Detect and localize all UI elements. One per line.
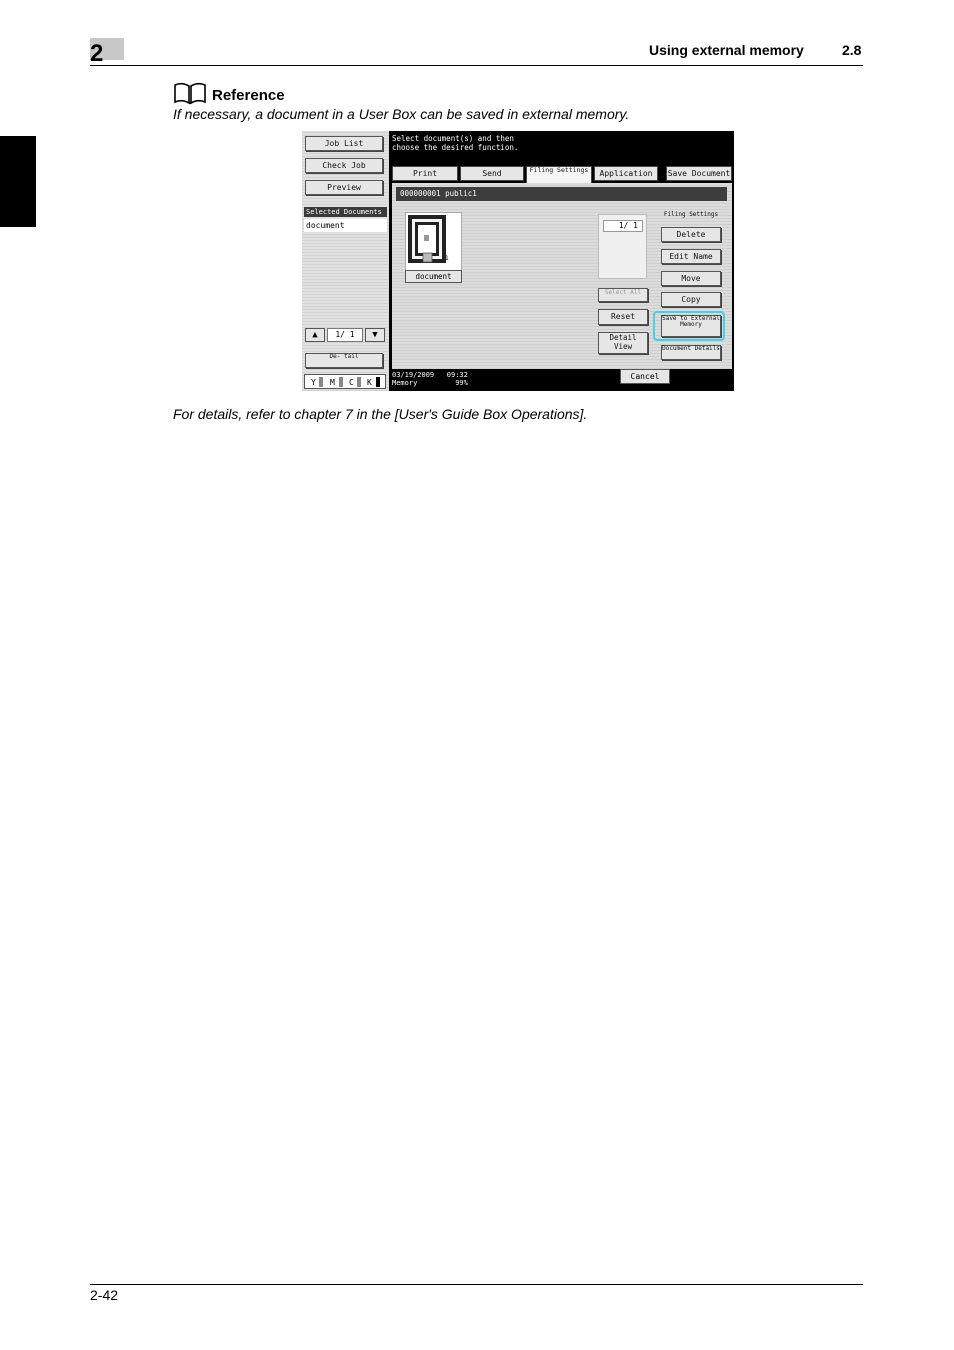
- toner-c-label: C: [349, 378, 354, 387]
- status-bar: 03/19/2009 09:32 Memory 99%: [392, 371, 468, 387]
- toner-y-label: Y: [311, 378, 316, 387]
- page-indicator: 1/ 1: [603, 220, 643, 232]
- detail-text: For details, refer to chapter 7 in the […: [173, 406, 588, 422]
- header-rule: [90, 65, 863, 66]
- save-to-external-memory-button[interactable]: Save to External Memory: [661, 315, 721, 337]
- header-section: 2.8: [842, 42, 862, 58]
- delete-button[interactable]: Delete: [661, 227, 721, 242]
- reference-heading: Reference: [212, 87, 285, 104]
- edit-name-button[interactable]: Edit Name: [661, 249, 721, 264]
- toner-levels: Y M C K: [304, 374, 386, 389]
- up-arrow-icon[interactable]: ▲: [305, 328, 325, 342]
- move-button[interactable]: Move: [661, 271, 721, 286]
- toner-m-bar: [339, 377, 343, 387]
- selected-document-item[interactable]: document: [304, 219, 387, 232]
- detail-view-button[interactable]: Detail View: [598, 332, 648, 354]
- instruction-text: Select document(s) and then choose the d…: [392, 134, 519, 152]
- down-arrow-icon[interactable]: ▼: [365, 328, 385, 342]
- reset-button[interactable]: Reset: [598, 309, 648, 325]
- control-panel-screenshot: Job List Check Job Preview Selected Docu…: [302, 131, 734, 391]
- tab-print[interactable]: Print: [392, 166, 458, 181]
- document-label[interactable]: document: [405, 270, 462, 283]
- toner-c-bar: [357, 377, 361, 387]
- header-title: Using external memory: [649, 42, 804, 58]
- open-book-icon: [174, 82, 206, 105]
- toner-k-label: K: [367, 378, 372, 387]
- footer-rule: [90, 1284, 863, 1285]
- chapter-side-tab: [0, 136, 36, 227]
- job-list-button[interactable]: Job List: [305, 136, 383, 151]
- page-number: 2-42: [90, 1287, 119, 1303]
- select-all-button[interactable]: Select All: [598, 288, 648, 302]
- toner-y-bar: [319, 377, 323, 387]
- left-page-indicator: 1/ 1: [327, 328, 363, 342]
- toner-m-label: M: [330, 378, 335, 387]
- preview-button[interactable]: Preview: [305, 180, 383, 195]
- document-details-button[interactable]: Document Details: [661, 345, 721, 360]
- tab-filing-settings[interactable]: Filing Settings: [526, 166, 592, 183]
- filing-settings-label: Filing Settings: [663, 211, 719, 218]
- box-header: 000000001 public1: [396, 187, 727, 201]
- tab-application[interactable]: Application: [594, 166, 658, 181]
- detail-button[interactable]: De- tail: [305, 353, 383, 368]
- tab-save-document[interactable]: Save Document: [666, 166, 732, 181]
- tab-send[interactable]: Send: [460, 166, 524, 181]
- copy-button[interactable]: Copy: [661, 292, 721, 307]
- check-job-button[interactable]: Check Job: [305, 158, 383, 173]
- document-thumbnail-icon: 1: [408, 215, 449, 263]
- toner-k-bar: [376, 377, 380, 387]
- cancel-button[interactable]: Cancel: [620, 369, 670, 384]
- svg-text:1: 1: [445, 255, 449, 262]
- reference-text: If necessary, a document in a User Box c…: [173, 106, 630, 122]
- chapter-number: 2: [90, 40, 104, 67]
- selected-documents-header: Selected Documents: [304, 207, 387, 217]
